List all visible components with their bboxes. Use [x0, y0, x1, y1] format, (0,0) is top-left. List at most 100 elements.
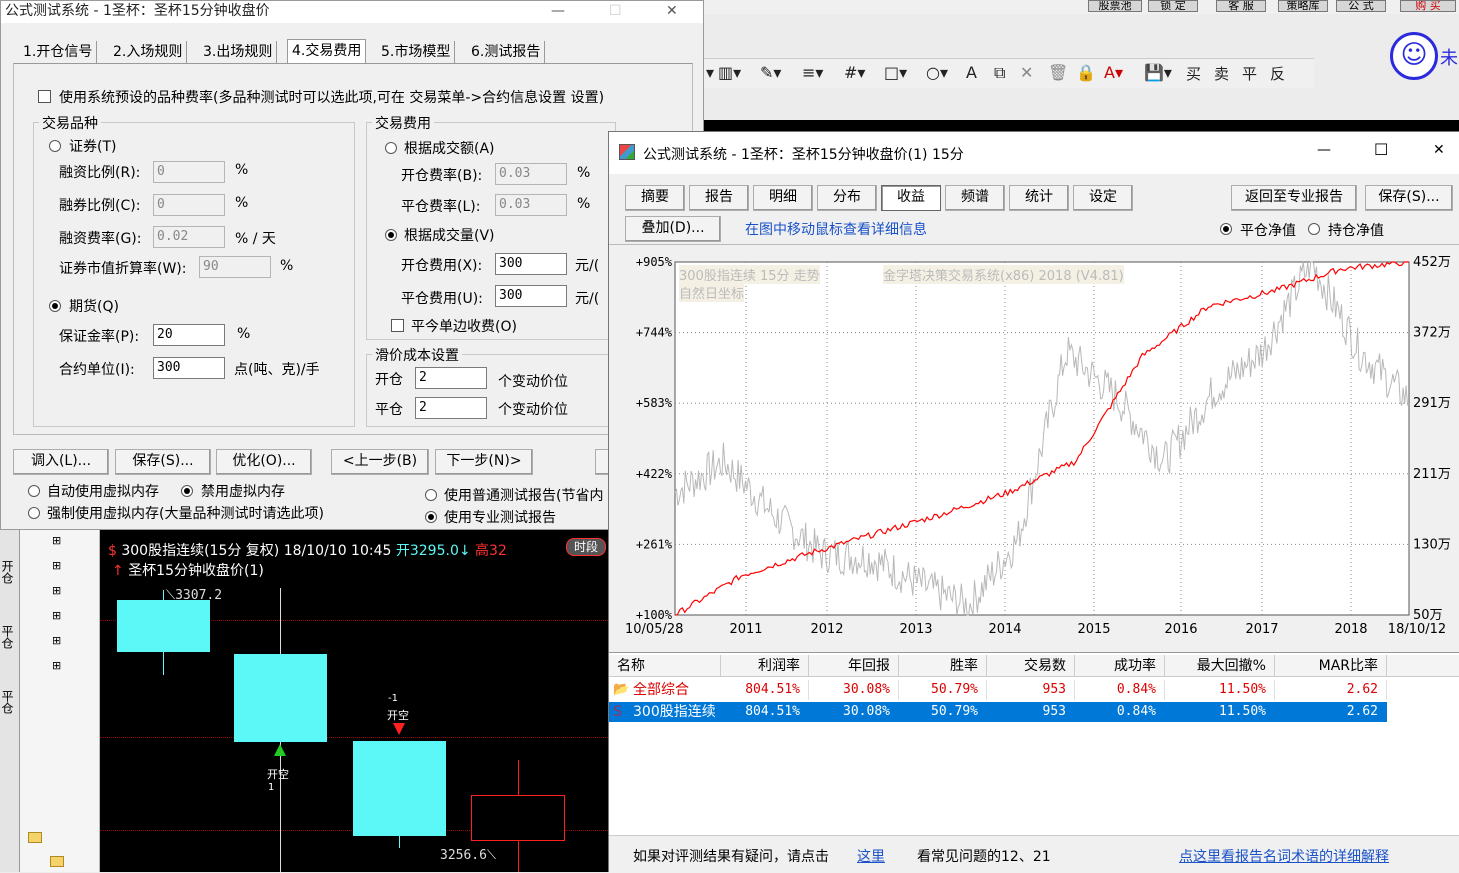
- table-header-0[interactable]: 名称: [609, 655, 721, 677]
- preset-fee-checkbox[interactable]: [38, 90, 51, 103]
- minimize-icon[interactable]: —: [1317, 142, 1331, 158]
- tab-market-model[interactable]: 5.市场模型: [377, 41, 456, 63]
- folder-icon[interactable]: [28, 832, 42, 843]
- circle-icon[interactable]: ○▾: [926, 63, 948, 82]
- deposit-input[interactable]: 20: [153, 324, 225, 346]
- tab-entry-rules[interactable]: 2.入场规则: [109, 41, 188, 63]
- table-header-5[interactable]: 成功率: [1075, 655, 1165, 677]
- next-button[interactable]: 下一步(N)>: [435, 449, 533, 475]
- tab-detail[interactable]: 明细: [753, 185, 813, 211]
- save-button[interactable]: 保存(S)...: [115, 449, 211, 475]
- tab-exit-rules[interactable]: 3.出场规则: [199, 41, 278, 63]
- close-fee-input[interactable]: 300: [495, 285, 567, 307]
- tree-expand-4[interactable]: ⊞: [52, 609, 61, 622]
- report-save-button[interactable]: 保存(S)...: [1365, 185, 1453, 211]
- candle[interactable]: [471, 795, 565, 841]
- folder-icon[interactable]: [50, 856, 64, 867]
- rect-icon[interactable]: □▾: [884, 63, 907, 82]
- close-x-icon[interactable]: ✕: [1020, 63, 1033, 82]
- tree-expand-3[interactable]: ⊞: [52, 584, 61, 597]
- candle[interactable]: [117, 600, 210, 652]
- prev-button[interactable]: <上一步(B): [331, 449, 429, 475]
- close-icon[interactable]: ✕: [1433, 142, 1445, 158]
- candle[interactable]: [234, 654, 327, 742]
- maximize-icon[interactable]: ☐: [1374, 140, 1388, 159]
- close-icon[interactable]: ✕: [666, 1, 678, 21]
- open-fee-input[interactable]: 300: [495, 253, 567, 275]
- hold-nav-radio[interactable]: [1308, 223, 1320, 235]
- side-tab-close2[interactable]: 平仓: [0, 690, 16, 714]
- maximize-icon[interactable]: ☐: [609, 1, 622, 21]
- buy-button[interactable]: 购 买: [1400, 0, 1456, 12]
- delete-icon[interactable]: 🗑: [1048, 63, 1068, 82]
- text-lines-icon[interactable]: ≡▾: [802, 63, 823, 82]
- vm-force-radio[interactable]: [28, 507, 40, 519]
- table-header-7[interactable]: MAR比率: [1275, 655, 1387, 677]
- color-a-icon[interactable]: A▾: [1104, 63, 1123, 82]
- open-rate-input[interactable]: 0.03: [495, 163, 567, 185]
- lock-icon[interactable]: 🔒: [1076, 63, 1096, 82]
- side-tab-open[interactable]: 开仓: [0, 560, 16, 584]
- avatar[interactable]: ☺: [1390, 32, 1438, 80]
- tree-expand-2[interactable]: ⊞: [52, 559, 61, 572]
- row-name[interactable]: 全部综合: [633, 680, 721, 700]
- tab-summary[interactable]: 摘要: [625, 185, 685, 211]
- contract-input[interactable]: 300: [153, 357, 225, 379]
- single-side-checkbox[interactable]: [391, 319, 404, 332]
- table-header-3[interactable]: 胜率: [899, 655, 987, 677]
- by-volume-radio[interactable]: [385, 229, 397, 241]
- column-icon[interactable]: ▥▾: [718, 63, 741, 82]
- margin-ratio-input[interactable]: 0: [153, 161, 225, 183]
- save-icon[interactable]: 💾▾: [1144, 63, 1172, 82]
- table-header-2[interactable]: 年回报: [809, 655, 899, 677]
- tab-open-signal[interactable]: 1.开仓信号: [19, 41, 98, 63]
- load-button[interactable]: 调入(L)...: [13, 449, 109, 475]
- slip-close-input[interactable]: 2: [415, 397, 487, 419]
- tree-expand-6[interactable]: ⊞: [52, 659, 61, 672]
- tab-test-report[interactable]: 6.测试报告: [467, 41, 546, 63]
- table-header-1[interactable]: 利润率: [721, 655, 809, 677]
- slip-open-input[interactable]: 2: [415, 367, 487, 389]
- short-ratio-input[interactable]: 0: [153, 194, 225, 216]
- tab-profit[interactable]: 收益: [881, 185, 941, 211]
- tab-report[interactable]: 报告: [689, 185, 749, 211]
- stock-radio[interactable]: [49, 140, 61, 152]
- futures-radio[interactable]: [49, 300, 61, 312]
- vm-off-radio[interactable]: [181, 485, 193, 497]
- row-name[interactable]: 300股指连续: [633, 702, 721, 722]
- tab-distribution[interactable]: 分布: [817, 185, 877, 211]
- optimize-button[interactable]: 优化(O)...: [216, 449, 312, 475]
- overlay-button[interactable]: 叠加(D)...: [625, 216, 721, 242]
- tab-settings[interactable]: 设定: [1073, 185, 1133, 211]
- table-header-4[interactable]: 交易数: [987, 655, 1075, 677]
- report-pro-radio[interactable]: [425, 511, 437, 523]
- formula-button[interactable]: 公 式: [1336, 0, 1386, 12]
- vm-auto-radio[interactable]: [28, 485, 40, 497]
- report-normal-radio[interactable]: [425, 489, 437, 501]
- tab-trade-fee[interactable]: 4.交易费用: [287, 39, 367, 64]
- text-a-icon[interactable]: A: [966, 63, 977, 82]
- table-header-6[interactable]: 最大回撤%: [1165, 655, 1275, 677]
- copy-icon[interactable]: ⧉: [994, 63, 1005, 83]
- back-to-pro-button[interactable]: 返回至专业报告: [1231, 185, 1357, 211]
- minimize-icon[interactable]: —: [551, 1, 565, 21]
- footer-here-link[interactable]: 这里: [857, 846, 885, 866]
- reverse-tool[interactable]: 反: [1270, 63, 1285, 84]
- lock-button[interactable]: 锁 定: [1148, 0, 1198, 12]
- pen-icon[interactable]: ✎▾: [760, 63, 781, 82]
- candle[interactable]: [353, 741, 446, 836]
- equity-chart-frame[interactable]: +905% 452万 +744% 372万 +583% 291万 +422% 211万 +261…: [609, 244, 1459, 652]
- tab-spectrum[interactable]: 频谱: [945, 185, 1005, 211]
- equity-chart[interactable]: +905% 452万 +744% 372万 +583% 291万 +422% 211万 +261…: [609, 245, 1459, 653]
- side-tab-close[interactable]: 平仓: [0, 625, 16, 649]
- by-amount-radio[interactable]: [385, 142, 397, 154]
- tree-expand-5[interactable]: ⊞: [52, 634, 61, 647]
- sell-tool[interactable]: 卖: [1214, 63, 1229, 84]
- period-badge[interactable]: 时段: [566, 538, 606, 556]
- kline-chart[interactable]: $ 300股指连续(15分 复权) 18/10/10 10:45 开3295.0…: [100, 530, 608, 872]
- line-style-icon[interactable]: ▾: [706, 63, 714, 82]
- close-nav-radio[interactable]: [1220, 223, 1232, 235]
- discount-input[interactable]: 90: [199, 256, 271, 278]
- hint-link[interactable]: 在图中移动鼠标查看详细信息: [745, 219, 927, 239]
- stock-pool-button[interactable]: 股票池: [1088, 0, 1142, 12]
